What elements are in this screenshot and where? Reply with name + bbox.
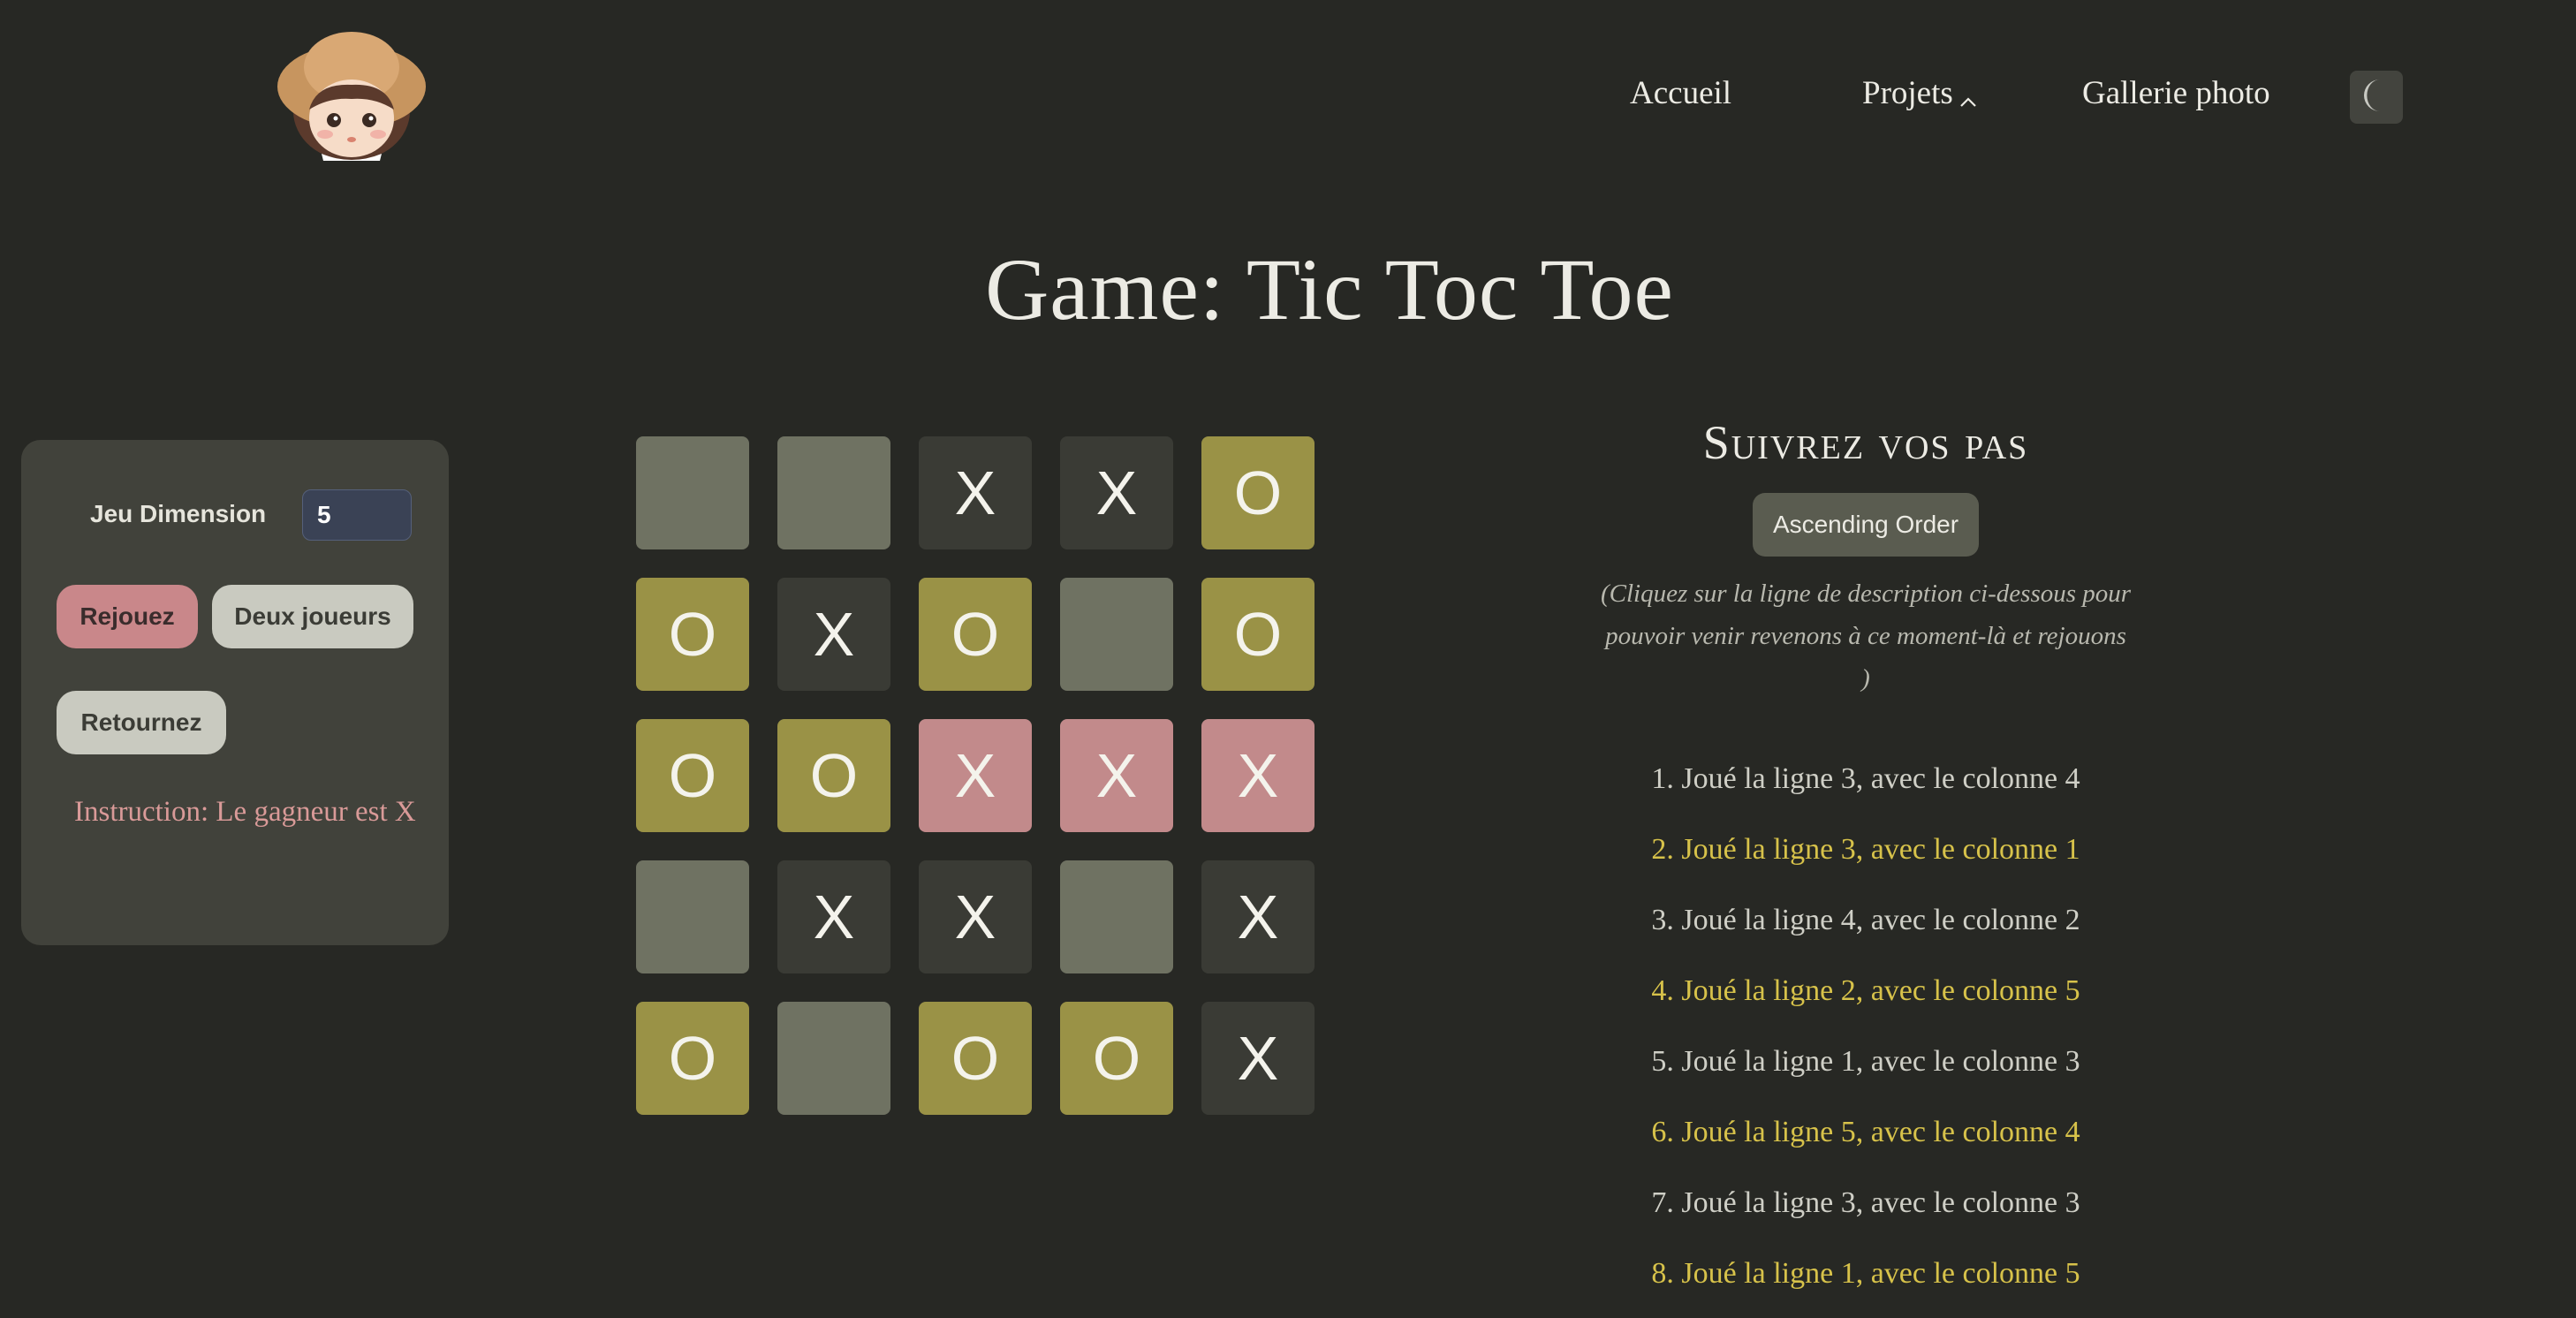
sort-order-button[interactable]: Ascending Order bbox=[1753, 493, 1979, 557]
board-cell-r1-c5[interactable]: O bbox=[1201, 436, 1315, 549]
move-item[interactable]: 3. Joué la ligne 4, avec le colonne 2 bbox=[1459, 894, 2272, 965]
board-cell-r1-c3[interactable]: X bbox=[919, 436, 1032, 549]
board-cell-r2-c4[interactable] bbox=[1060, 578, 1173, 691]
board-cell-r4-c3[interactable]: X bbox=[919, 860, 1032, 973]
page-title: Game: Tic Toc Toe bbox=[985, 240, 1674, 338]
board-cell-r1-c2[interactable] bbox=[777, 436, 890, 549]
board-cell-r5-c3[interactable]: O bbox=[919, 1002, 1032, 1115]
replay-button[interactable]: Rejouez bbox=[57, 585, 198, 648]
board-cell-r5-c2[interactable] bbox=[777, 1002, 890, 1115]
board-cell-r2-c5[interactable]: O bbox=[1201, 578, 1315, 691]
board-cell-r3-c5[interactable]: X bbox=[1201, 719, 1315, 832]
move-item[interactable]: 2. Joué la ligne 3, avec le colonne 1 bbox=[1459, 823, 2272, 894]
board-cell-r3-c2[interactable]: O bbox=[777, 719, 890, 832]
board-cell-r5-c5[interactable]: X bbox=[1201, 1002, 1315, 1115]
move-item[interactable]: 6. Joué la ligne 5, avec le colonne 4 bbox=[1459, 1106, 2272, 1177]
nav-projets-label: Projets bbox=[1862, 75, 1953, 111]
board-cell-r1-c4[interactable]: X bbox=[1060, 436, 1173, 549]
board-cell-r1-c1[interactable] bbox=[636, 436, 749, 549]
game-board: XXOOXOOOOXXXXXXOOOX bbox=[636, 436, 1316, 1117]
board-cell-r2-c3[interactable]: O bbox=[919, 578, 1032, 691]
back-button[interactable]: Retournez bbox=[57, 691, 226, 754]
move-item[interactable]: 5. Joué la ligne 1, avec le colonne 3 bbox=[1459, 1035, 2272, 1106]
dimension-label: Jeu Dimension bbox=[90, 500, 267, 527]
chevron-up-icon bbox=[1957, 85, 1980, 108]
move-item[interactable]: 7. Joué la ligne 3, avec le colonne 3 bbox=[1459, 1177, 2272, 1247]
move-item[interactable]: 1. Joué la ligne 3, avec le colonne 4 bbox=[1459, 753, 2272, 823]
nav-accueil[interactable]: Accueil bbox=[1630, 74, 1731, 112]
board-cell-r3-c3[interactable]: X bbox=[919, 719, 1032, 832]
board-cell-r4-c5[interactable]: X bbox=[1201, 860, 1315, 973]
board-cell-r4-c1[interactable] bbox=[636, 860, 749, 973]
move-list: 1. Joué la ligne 3, avec le colonne 4 2. … bbox=[1459, 753, 2272, 1318]
board-cell-r5-c1[interactable]: O bbox=[636, 1002, 749, 1115]
history-heading: Suivrez vos pas bbox=[1702, 416, 2029, 469]
avatar-logo[interactable] bbox=[276, 25, 429, 161]
nav-gallerie-photo[interactable]: Gallerie photo bbox=[2082, 74, 2270, 112]
theme-toggle-button[interactable] bbox=[2350, 71, 2403, 124]
board-cell-r5-c4[interactable]: O bbox=[1060, 1002, 1173, 1115]
instruction-text: Instruction: Le gagneur est X bbox=[74, 796, 416, 828]
moon-icon bbox=[2360, 78, 2392, 117]
board-cell-r3-c4[interactable]: X bbox=[1060, 719, 1173, 832]
dimension-input[interactable] bbox=[302, 489, 412, 541]
board-cell-r4-c4[interactable] bbox=[1060, 860, 1173, 973]
two-players-button[interactable]: Deux joueurs bbox=[212, 585, 413, 648]
history-note: (Cliquez sur la ligne de description ci-… bbox=[1600, 579, 2132, 693]
board-cell-r2-c1[interactable]: O bbox=[636, 578, 749, 691]
board-cell-r3-c1[interactable]: O bbox=[636, 719, 749, 832]
board-cell-r2-c2[interactable]: X bbox=[777, 578, 890, 691]
move-item[interactable]: 4. Joué la ligne 2, avec le colonne 5 bbox=[1459, 965, 2272, 1035]
board-cell-r4-c2[interactable]: X bbox=[777, 860, 890, 973]
move-item[interactable]: 8. Joué la ligne 1, avec le colonne 5 bbox=[1459, 1247, 2272, 1318]
nav-projets[interactable]: Projets bbox=[1862, 74, 1980, 112]
